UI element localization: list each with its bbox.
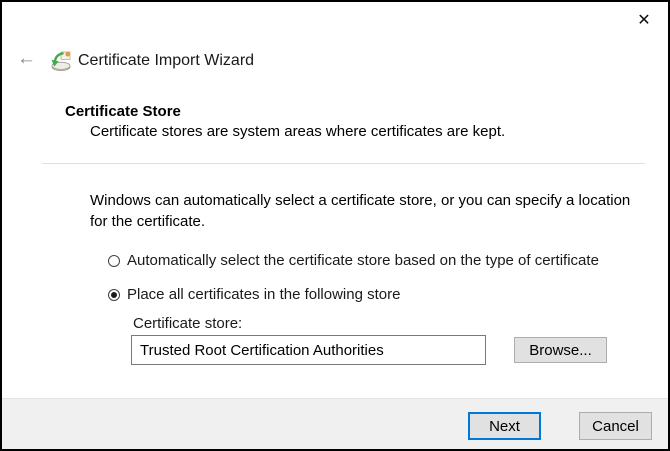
certificate-store-label: Certificate store: <box>133 315 242 332</box>
page-heading: Certificate Store <box>65 103 181 120</box>
close-icon[interactable]: ✕ <box>633 10 655 32</box>
browse-button[interactable]: Browse... <box>514 337 607 363</box>
footer-bar <box>2 398 668 449</box>
radio-icon[interactable] <box>108 289 120 301</box>
certificate-import-wizard-dialog: ✕ ← Certificate Import Wizard Certificat… <box>0 0 670 451</box>
radio-icon[interactable] <box>108 255 120 267</box>
wizard-title: Certificate Import Wizard <box>78 52 254 70</box>
radio-automatic-store-label: Automatically select the certificate sto… <box>127 252 599 269</box>
cancel-button[interactable]: Cancel <box>579 412 652 440</box>
back-arrow-icon[interactable]: ← <box>17 49 36 68</box>
next-button[interactable]: Next <box>468 412 541 440</box>
certificate-import-icon <box>50 50 72 72</box>
radio-place-in-store[interactable]: Place all certificates in the following … <box>108 286 400 303</box>
intro-text: Windows can automatically select a certi… <box>90 190 635 232</box>
header-divider <box>42 163 645 164</box>
radio-automatic-store[interactable]: Automatically select the certificate sto… <box>108 252 599 269</box>
page-subtitle: Certificate stores are system areas wher… <box>90 123 505 140</box>
radio-place-in-store-label: Place all certificates in the following … <box>127 286 400 303</box>
certificate-store-input[interactable] <box>131 335 486 365</box>
